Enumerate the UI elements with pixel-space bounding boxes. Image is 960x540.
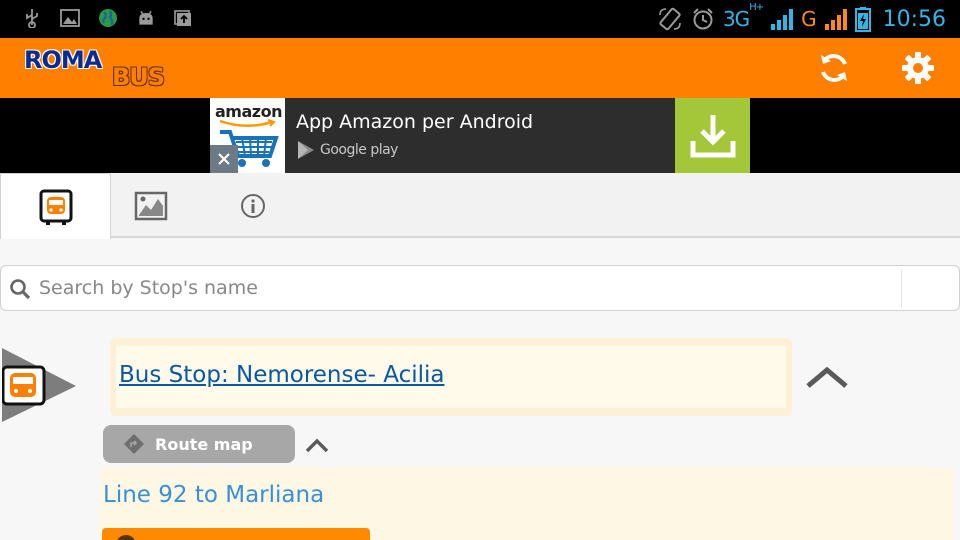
battery-charging-icon [854, 7, 871, 32]
amazon-logo: amazon [210, 98, 285, 173]
line-title: Line 92 to Marliana [103, 482, 325, 508]
globe-icon [99, 9, 117, 27]
usb-icon [26, 9, 38, 28]
tab-map[interactable] [111, 173, 191, 238]
close-icon [218, 153, 230, 165]
ad-title: App Amazon per Android [296, 111, 534, 133]
map-icon [134, 191, 168, 220]
signal-icon-secondary [824, 8, 847, 30]
bus-stop-icon [39, 189, 72, 225]
signal-icon [771, 8, 794, 30]
ad-close-button[interactable] [210, 145, 238, 173]
settings-button[interactable] [898, 48, 938, 88]
android-icon [139, 10, 153, 25]
system-status: 3GH+ G 10:56 [657, 2, 946, 34]
stop-card-inner: Bus Stop: Nemorense- Acilia [116, 346, 786, 408]
settings-icon [902, 52, 934, 84]
app-screen: 3GH+ G 10:56 ROMA BUS amazon App Amazon … [0, 0, 960, 540]
stop-title-link[interactable]: Bus Stop: Nemorense- Acilia [119, 362, 445, 388]
stop-card: Bus Stop: Nemorense- Acilia [110, 338, 792, 416]
route-map-button[interactable]: Route map [103, 425, 295, 463]
ad-download-button[interactable] [675, 98, 750, 173]
line-panel: Line 92 to Marliana [100, 468, 953, 540]
logo-roma-text: ROMA [24, 46, 102, 74]
ad-bar: amazon App Amazon per Android Google pla… [0, 98, 960, 173]
google-play-badge: Google play [296, 140, 398, 160]
notification-icons [22, 8, 194, 28]
stop-marker[interactable] [1, 348, 78, 424]
line-action-button[interactable] [102, 528, 370, 540]
refresh-icon [821, 54, 847, 82]
ad-store-label: Google play [320, 142, 398, 158]
search-input[interactable] [39, 266, 899, 310]
image-icon [60, 9, 80, 27]
carrier-label: G [801, 7, 817, 31]
network-type-label: 3GH+ [722, 2, 764, 31]
logo-bus-text: BUS [112, 63, 165, 91]
line-action-icon [116, 535, 136, 540]
network-sub-label: H+ [749, 2, 764, 14]
ad-banner[interactable]: amazon App Amazon per Android Google pla… [210, 98, 750, 173]
app-bar: ROMA BUS [0, 38, 960, 98]
collapse-route-button[interactable] [304, 436, 330, 454]
alarm-icon [693, 8, 713, 30]
tab-bar [0, 173, 960, 239]
clock: 10:56 [882, 6, 946, 32]
route-diamond-icon [124, 434, 144, 454]
tab-info[interactable] [221, 173, 285, 238]
refresh-button[interactable] [814, 48, 854, 88]
download-icon [690, 114, 735, 157]
collapse-stop-button[interactable] [804, 364, 850, 392]
bus-stop-pointer-icon [1, 348, 76, 422]
photo-upload-icon [174, 10, 191, 26]
info-icon [241, 193, 265, 218]
screen-rotate-icon [659, 7, 681, 31]
tab-stops[interactable] [0, 173, 111, 239]
google-play-icon [298, 141, 314, 159]
stop-search-box[interactable] [0, 265, 960, 311]
route-map-label: Route map [155, 434, 253, 454]
search-icon [10, 279, 31, 300]
status-bar: 3GH+ G 10:56 [0, 0, 960, 38]
search-divider [901, 270, 902, 308]
